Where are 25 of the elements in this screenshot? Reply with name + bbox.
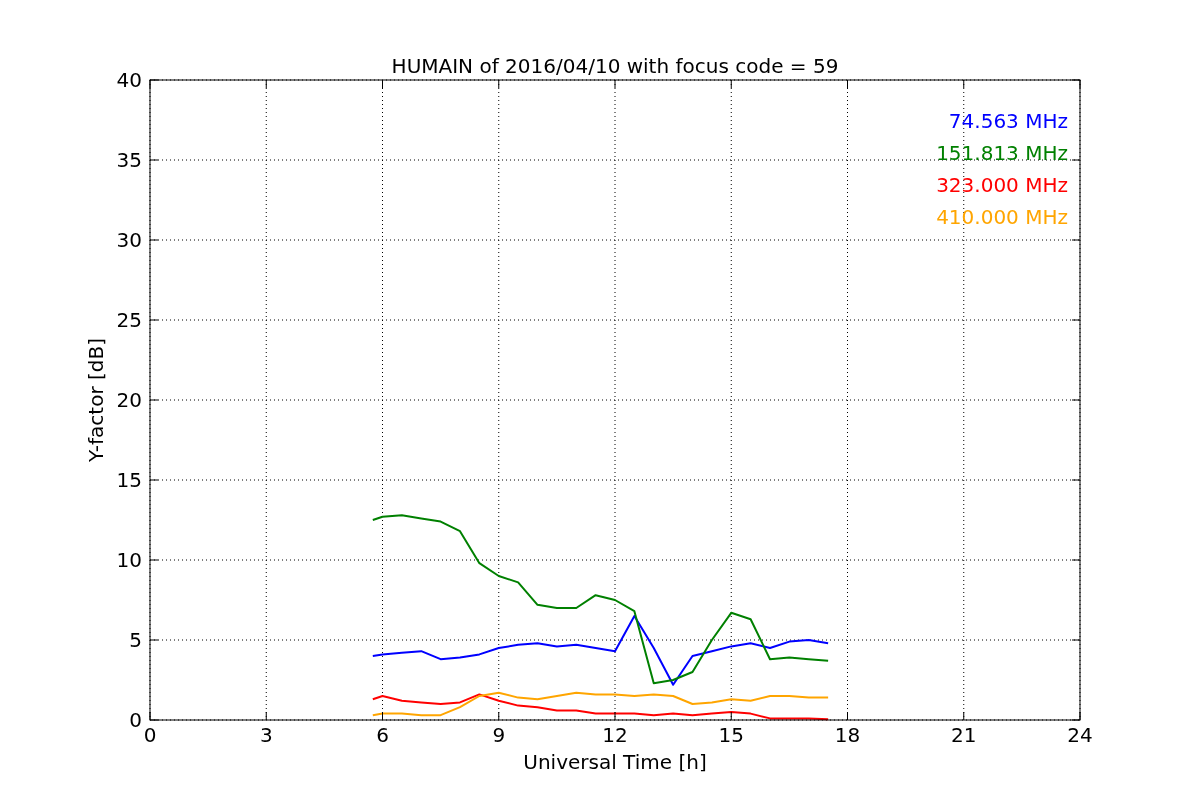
- y-tick-label: 15: [116, 468, 142, 492]
- legend-label: 74.563 MHz: [948, 109, 1068, 133]
- x-tick-label: 18: [834, 723, 861, 747]
- chart-title: HUMAIN of 2016/04/10 with focus code = 59: [391, 54, 839, 78]
- x-axis-label: Universal Time [h]: [523, 750, 707, 774]
- y-tick-label: 5: [129, 628, 142, 652]
- x-tick-label: 12: [602, 723, 628, 747]
- y-tick-label: 20: [116, 388, 142, 412]
- x-tick-label: 15: [718, 723, 744, 747]
- y-tick-label: 0: [129, 708, 142, 732]
- x-tick-label: 0: [143, 723, 157, 747]
- x-tick-label: 6: [376, 723, 389, 747]
- y-axis-label: Y-factor [dB]: [84, 338, 108, 462]
- x-tick-label: 21: [951, 723, 977, 747]
- y-tick-label: 35: [116, 148, 142, 172]
- y-tick-label: 30: [116, 228, 142, 252]
- x-tick-label: 9: [492, 723, 506, 747]
- x-tick-label: 24: [1067, 723, 1093, 747]
- y-tick-label: 10: [116, 548, 142, 572]
- x-tick-label: 3: [259, 723, 273, 747]
- legend-label: 410.000 MHz: [936, 205, 1068, 229]
- legend-label: 151.813 MHz: [936, 141, 1068, 165]
- y-tick-label: 40: [116, 68, 142, 92]
- y-tick-label: 25: [116, 308, 142, 332]
- legend-label: 323.000 MHz: [936, 173, 1068, 197]
